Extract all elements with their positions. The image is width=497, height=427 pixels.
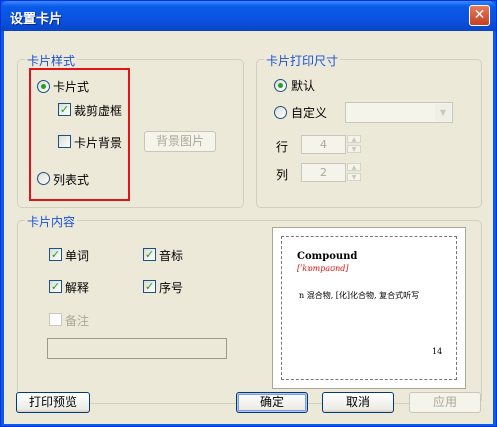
serial-number-label[interactable]: 序号: [159, 279, 183, 296]
custom-size-select[interactable]: ▼: [345, 102, 453, 123]
spin-down-icon[interactable]: ▼: [347, 173, 361, 181]
preview-definition: n 混合物, [化]化合物, 复合式听写: [299, 291, 420, 300]
definition-checkbox[interactable]: ✓: [49, 280, 62, 293]
card-preview-panel: Compound [ˈkɒmpaʊnd] n 混合物, [化]化合物, 复合式听…: [272, 227, 466, 389]
column-count-input[interactable]: 2: [301, 163, 346, 182]
dialog-body: 卡片样式 卡片式 ✓ 裁剪虚框 卡片背景 背景图片 列表式 卡片打印尺寸 默认 …: [4, 31, 493, 424]
title-bar[interactable]: 设置卡片 ✕: [1, 1, 496, 31]
close-button[interactable]: ✕: [469, 5, 490, 26]
note-checkbox[interactable]: [49, 313, 62, 326]
phonetic-label[interactable]: 音标: [159, 247, 183, 264]
cancel-button[interactable]: 取消: [322, 392, 394, 413]
definition-label[interactable]: 解释: [65, 279, 89, 296]
card-preview: Compound [ˈkɒmpaʊnd] n 混合物, [化]化合物, 复合式听…: [281, 236, 457, 380]
window-title: 设置卡片: [10, 12, 63, 27]
row-count-stepper[interactable]: ▲ ▼: [347, 135, 361, 154]
print-size-group: 卡片打印尺寸: [256, 52, 482, 208]
default-size-radio[interactable]: [274, 79, 287, 92]
background-image-button[interactable]: 背景图片: [144, 131, 216, 152]
close-icon: ✕: [473, 7, 486, 23]
preview-word: Compound: [297, 251, 358, 262]
custom-size-label[interactable]: 自定义: [291, 104, 327, 121]
column-label: 列: [276, 168, 289, 182]
word-checkbox[interactable]: ✓: [49, 248, 62, 261]
custom-size-radio[interactable]: [274, 106, 287, 119]
row-label: 行: [276, 140, 289, 154]
print-preview-button[interactable]: 打印预览: [16, 392, 90, 413]
card-content-legend: 卡片内容: [25, 213, 78, 230]
spin-up-icon[interactable]: ▲: [347, 135, 361, 143]
note-input[interactable]: [47, 338, 227, 359]
ok-button[interactable]: 确定: [236, 392, 308, 413]
column-count-stepper[interactable]: ▲ ▼: [347, 163, 361, 182]
chevron-down-icon: ▼: [435, 104, 451, 121]
dialog-window: 设置卡片 ✕ 卡片样式 卡片式 ✓ 裁剪虚框 卡片背景 背景图片 列表式 卡片打…: [0, 0, 497, 427]
apply-button[interactable]: 应用: [409, 392, 481, 413]
card-style-legend: 卡片样式: [25, 52, 78, 69]
preview-serial-number: 14: [432, 347, 443, 356]
row-count-input[interactable]: 4: [301, 135, 346, 154]
print-size-legend: 卡片打印尺寸: [264, 52, 341, 69]
word-label[interactable]: 单词: [65, 247, 89, 264]
annotation-highlight-box: [29, 68, 130, 201]
spin-down-icon[interactable]: ▼: [347, 145, 361, 153]
phonetic-checkbox[interactable]: ✓: [143, 248, 156, 261]
note-label[interactable]: 备注: [65, 312, 89, 329]
spin-up-icon[interactable]: ▲: [347, 163, 361, 171]
serial-number-checkbox[interactable]: ✓: [143, 280, 156, 293]
default-size-label[interactable]: 默认: [291, 77, 315, 94]
preview-phonetic: [ˈkɒmpaʊnd]: [297, 264, 349, 273]
